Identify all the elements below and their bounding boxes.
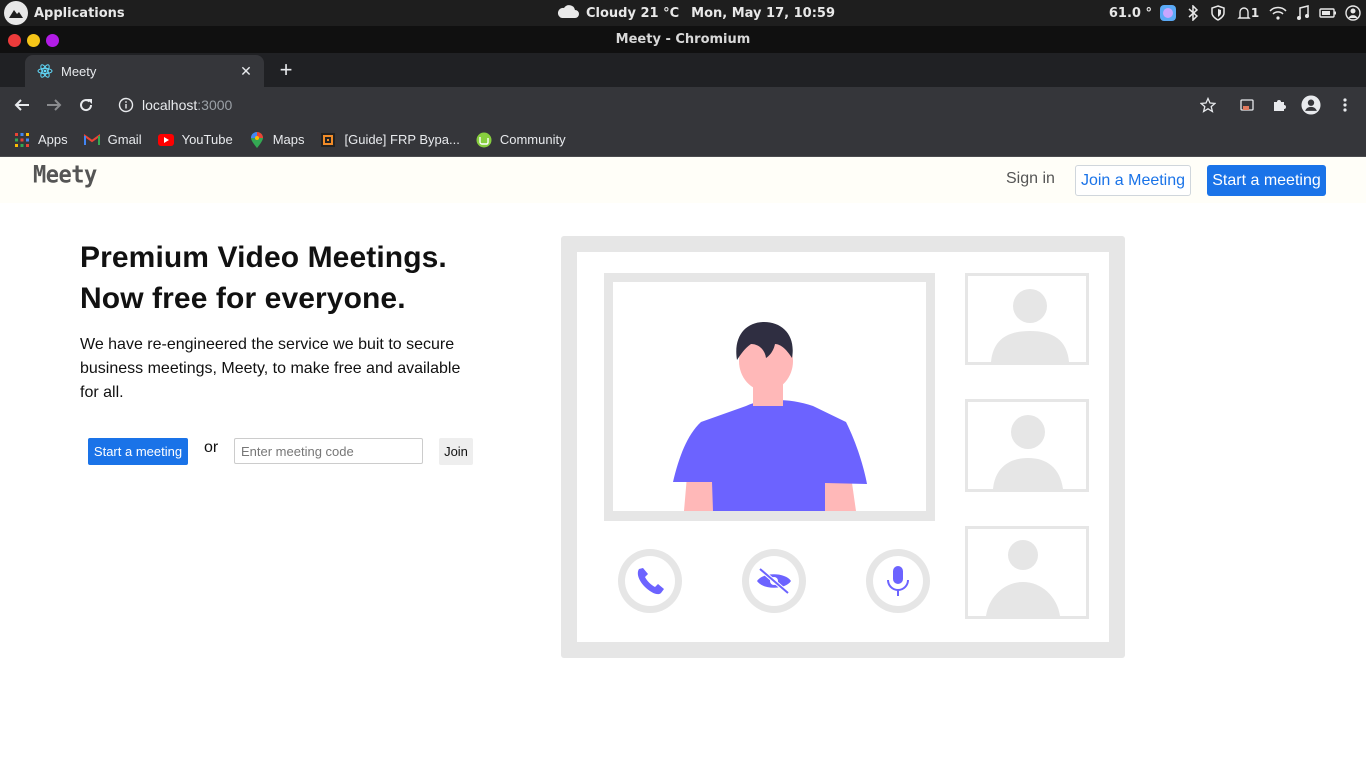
distro-logo-icon	[4, 1, 28, 25]
notification-bell-icon[interactable]: 1	[1234, 4, 1262, 22]
guide-favicon-icon	[320, 132, 336, 148]
bookmark-guide[interactable]: [Guide] FRP Bypa...	[320, 132, 460, 148]
cloud-icon	[556, 3, 580, 23]
maps-pin-icon	[249, 131, 265, 148]
react-favicon-icon	[37, 63, 53, 79]
browser-menu-icon[interactable]	[1335, 95, 1355, 115]
bluetooth-icon[interactable]	[1184, 4, 1202, 22]
bookmark-star-icon[interactable]	[1198, 95, 1218, 115]
datetime-text: Mon, May 17, 10:59	[691, 5, 835, 21]
video-call-illustration	[561, 236, 1125, 658]
chat-app-icon[interactable]	[1159, 4, 1177, 22]
join-meeting-button[interactable]: Join a Meeting	[1075, 165, 1191, 196]
gmail-icon	[83, 132, 100, 148]
bookmark-apps[interactable]: Apps	[14, 132, 68, 148]
brand-logo[interactable]: Meety	[33, 162, 97, 190]
tab-meety[interactable]: Meety ✕	[25, 55, 264, 87]
bookmark-label: [Guide] FRP Bypa...	[344, 132, 460, 147]
notification-count: 1	[1250, 6, 1260, 20]
start-meeting-button[interactable]: Start a meeting	[88, 438, 188, 465]
new-tab-button[interactable]: +	[276, 59, 296, 81]
user-menu-icon[interactable]	[1344, 4, 1362, 22]
bookmark-gmail[interactable]: Gmail	[83, 132, 142, 148]
browser-toolbar: localhost:3000	[0, 87, 1366, 123]
close-tab-icon[interactable]: ✕	[238, 63, 254, 79]
bookmarks-bar: Apps Gmail YouTube Maps [Guide] FRP Bypa…	[0, 123, 1366, 157]
applications-menu[interactable]: Applications	[4, 0, 125, 26]
address-bar[interactable]: localhost:3000	[110, 90, 1230, 120]
youtube-icon	[157, 132, 174, 148]
bookmark-label: Gmail	[107, 132, 142, 147]
tab-title: Meety	[61, 63, 97, 79]
system-tray: 61.0 ° 1	[1109, 0, 1362, 26]
bookmark-maps[interactable]: Maps	[249, 131, 305, 148]
call-control-hide-video-icon	[742, 549, 806, 613]
os-top-bar: Applications Cloudy 21 °C Mon, May 17, 1…	[0, 0, 1366, 26]
applications-label: Applications	[34, 5, 125, 21]
join-button[interactable]: Join	[439, 438, 473, 465]
hero-description: We have re-engineered the service we bui…	[80, 336, 461, 401]
window-title-bar: Meety - Chromium	[0, 26, 1366, 53]
profile-avatar-icon[interactable]	[1301, 95, 1321, 115]
web-page: Meety Sign in Join a Meeting Start a mee…	[0, 157, 1366, 768]
temperature-text: 61.0 °	[1108, 5, 1152, 21]
battery-icon[interactable]	[1319, 4, 1337, 22]
clock-weather[interactable]: Cloudy 21 °C Mon, May 17, 10:59	[556, 0, 835, 26]
window-title: Meety - Chromium	[615, 32, 751, 47]
or-separator: or	[204, 439, 219, 456]
tab-strip: Meety ✕ +	[0, 53, 1366, 87]
bookmark-label: YouTube	[181, 132, 233, 147]
nav-start-meeting-button[interactable]: Start a meeting	[1207, 165, 1326, 196]
bookmark-label: Community	[499, 132, 566, 147]
hero-title: Premium Video Meetings. Now free for eve…	[80, 237, 520, 319]
extensions-puzzle-icon[interactable]	[1269, 95, 1289, 115]
url-port: :3000	[197, 97, 233, 113]
hero-title-line-1: Premium Video Meetings.	[80, 241, 447, 274]
call-control-phone-icon	[618, 549, 682, 613]
url-host: localhost	[142, 97, 198, 113]
bookmark-label: Apps	[38, 132, 68, 147]
bookmark-youtube[interactable]: YouTube	[157, 132, 233, 148]
hero-title-line-2: Now free for everyone.	[80, 282, 406, 315]
call-control-microphone-icon	[866, 549, 930, 613]
site-navbar: Meety Sign in Join a Meeting Start a mee…	[0, 157, 1366, 203]
meeting-code-input[interactable]	[234, 438, 423, 464]
sign-in-link[interactable]: Sign in	[1006, 170, 1055, 188]
shield-icon[interactable]	[1209, 4, 1227, 22]
community-favicon-icon	[476, 132, 492, 148]
cast-media-icon[interactable]	[1237, 95, 1257, 115]
bookmark-community[interactable]: Community	[476, 132, 566, 148]
wifi-icon[interactable]	[1269, 4, 1287, 22]
site-info-icon[interactable]	[118, 97, 134, 113]
forward-arrow-icon[interactable]	[44, 95, 64, 115]
music-note-icon[interactable]	[1294, 4, 1312, 22]
weather-text: Cloudy 21 °C	[586, 5, 680, 21]
reload-icon[interactable]	[76, 95, 96, 115]
apps-grid-icon	[14, 132, 30, 148]
bookmark-label: Maps	[272, 132, 305, 147]
back-arrow-icon[interactable]	[12, 95, 32, 115]
